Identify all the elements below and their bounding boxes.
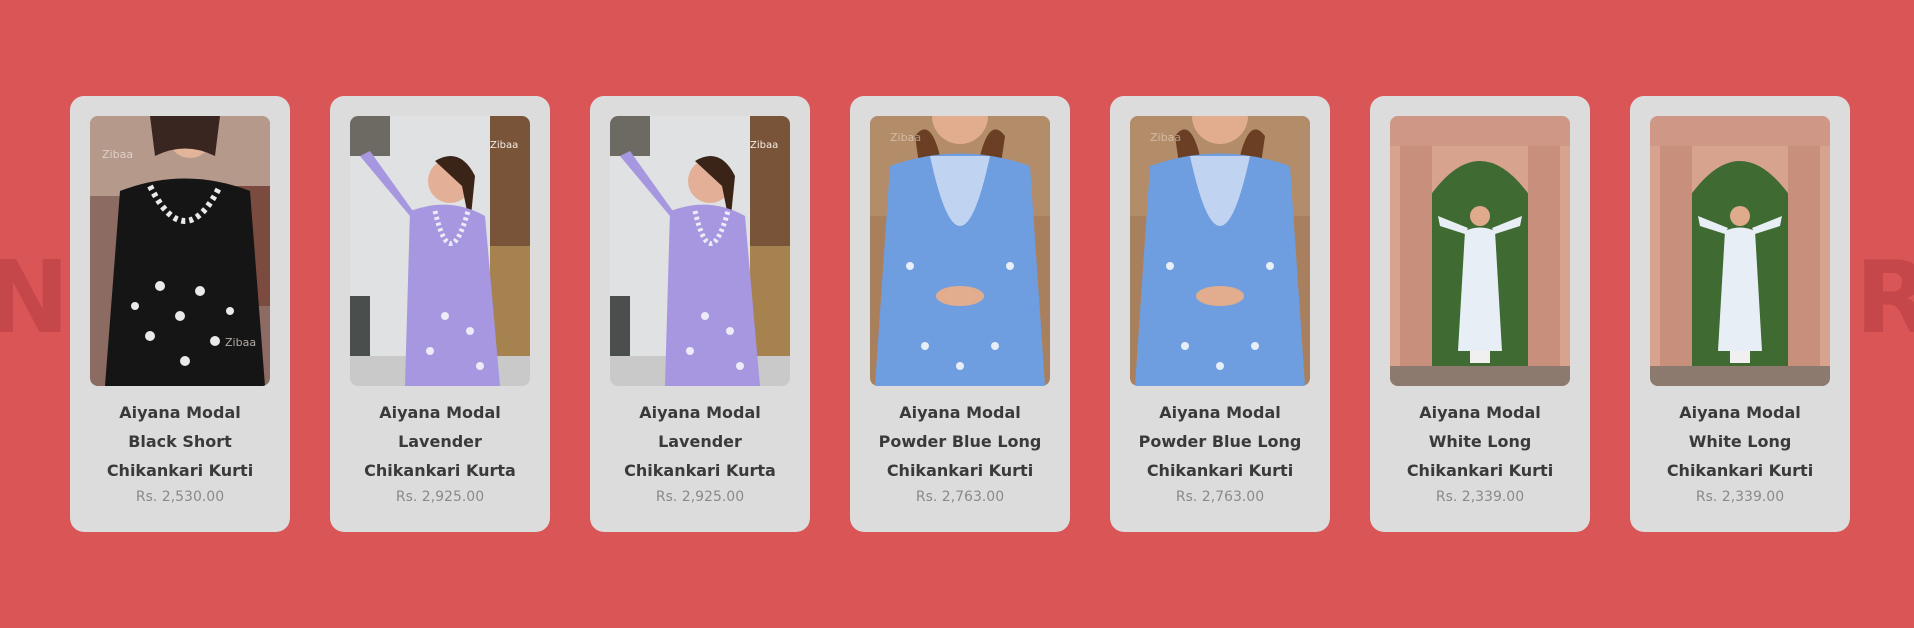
svg-text:Zibaa: Zibaa <box>1150 131 1181 144</box>
svg-text:Zibaa: Zibaa <box>225 336 256 349</box>
product-title[interactable]: Aiyana Modal Powder Blue Long Chikankari… <box>870 398 1050 485</box>
background-decor-text-right: R <box>1855 239 1914 356</box>
product-card[interactable]: Aiyana Modal White Long Chikankari Kurti… <box>1630 96 1850 532</box>
svg-text:Zibaa: Zibaa <box>750 140 778 151</box>
product-price: Rs. 2,339.00 <box>1695 489 1785 505</box>
product-price: Rs. 2,763.00 <box>915 489 1005 505</box>
product-card[interactable]: Zibaa Zibaa Aiyana Modal Black Short Chi… <box>70 96 290 532</box>
product-price: Rs. 2,530.00 <box>135 489 225 505</box>
product-image[interactable]: Zibaa Zibaa <box>90 116 270 386</box>
product-title[interactable]: Aiyana Modal White Long Chikankari Kurti <box>1650 398 1830 485</box>
svg-text:Zibaa: Zibaa <box>490 140 518 151</box>
product-price: Rs. 2,925.00 <box>395 489 485 505</box>
background-decor-text-left: N <box>0 239 70 356</box>
svg-text:Zibaa: Zibaa <box>890 131 921 144</box>
product-image[interactable]: Zibaa <box>870 116 1050 386</box>
product-image[interactable] <box>1650 116 1830 386</box>
product-card[interactable]: Zibaa Aiyana Modal Lavender Chikankari K… <box>590 96 810 532</box>
product-carousel: Zibaa Zibaa Aiyana Modal Black Short Chi… <box>70 96 1850 532</box>
product-card[interactable]: Aiyana Modal White Long Chikankari Kurti… <box>1370 96 1590 532</box>
product-title[interactable]: Aiyana Modal Lavender Chikankari Kurta <box>610 398 790 485</box>
product-image[interactable] <box>1390 116 1570 386</box>
product-card[interactable]: Zibaa Aiyana Modal Powder Blue Long Chik… <box>1110 96 1330 532</box>
product-title[interactable]: Aiyana Modal Lavender Chikankari Kurta <box>350 398 530 485</box>
product-card[interactable]: Zibaa Aiyana Modal Powder Blue Long Chik… <box>850 96 1070 532</box>
product-title[interactable]: Aiyana Modal Powder Blue Long Chikankari… <box>1130 398 1310 485</box>
product-card[interactable]: Zibaa Aiyana Modal Lavender Chikankari K… <box>330 96 550 532</box>
product-image[interactable]: Zibaa <box>1130 116 1310 386</box>
svg-text:Zibaa: Zibaa <box>102 148 133 161</box>
product-image[interactable]: Zibaa <box>610 116 790 386</box>
product-title[interactable]: Aiyana Modal White Long Chikankari Kurti <box>1390 398 1570 485</box>
product-price: Rs. 2,763.00 <box>1175 489 1265 505</box>
product-title[interactable]: Aiyana Modal Black Short Chikankari Kurt… <box>90 398 270 485</box>
product-image[interactable]: Zibaa <box>350 116 530 386</box>
product-price: Rs. 2,925.00 <box>655 489 745 505</box>
product-price: Rs. 2,339.00 <box>1435 489 1525 505</box>
